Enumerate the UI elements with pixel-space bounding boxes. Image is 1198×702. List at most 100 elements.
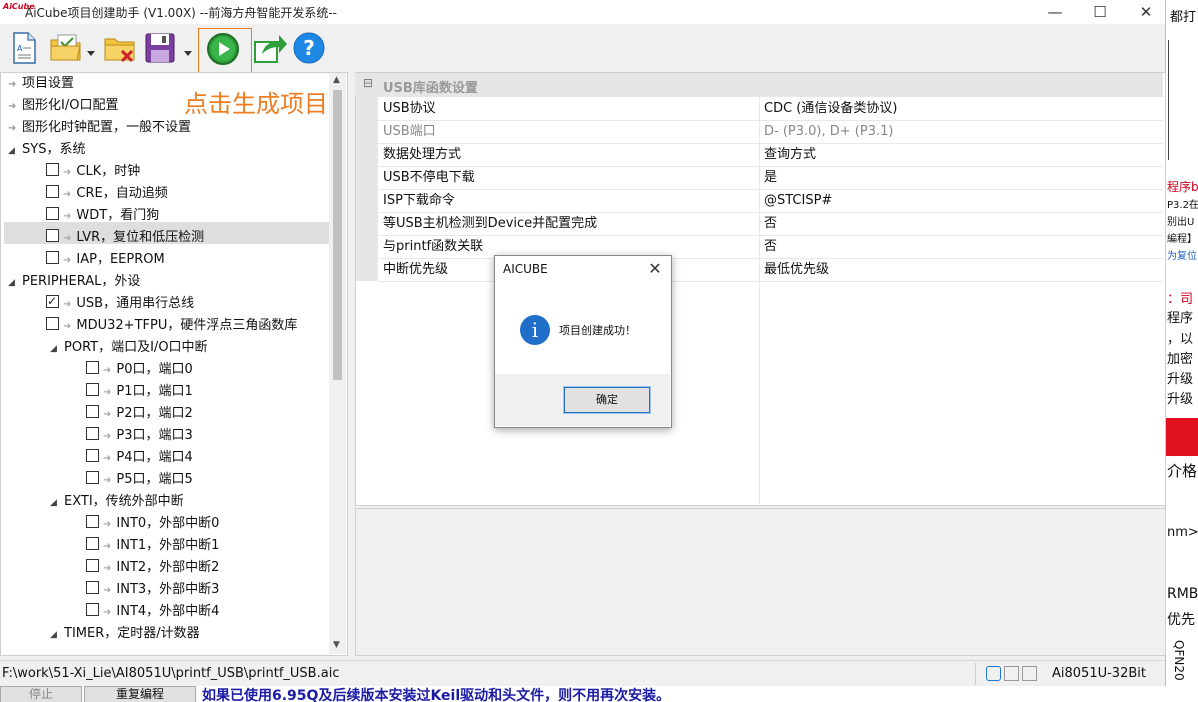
scroll-up-icon[interactable]: ▲ bbox=[333, 75, 340, 85]
run-icon[interactable] bbox=[205, 31, 241, 67]
grid-margin bbox=[356, 97, 378, 281]
checkbox[interactable] bbox=[46, 207, 59, 220]
checkbox[interactable] bbox=[46, 251, 59, 264]
grid-key: 等USB主机检测到Device并配置完成 bbox=[383, 216, 598, 231]
checkbox[interactable] bbox=[86, 427, 99, 440]
tree-item-usb[interactable]: ➜ USB，通用串行总线 bbox=[46, 290, 194, 315]
arrow-right-icon: ➜ bbox=[63, 167, 72, 178]
run-hint-annotation: 点击生成项目 bbox=[184, 90, 328, 118]
checkbox[interactable] bbox=[86, 361, 99, 374]
grid-value[interactable]: 是 bbox=[764, 166, 777, 189]
checkbox[interactable] bbox=[46, 185, 59, 198]
checkbox[interactable] bbox=[86, 449, 99, 462]
export-icon[interactable] bbox=[252, 30, 288, 66]
grid-key: 中断优先级 bbox=[383, 262, 449, 277]
close-button[interactable]: ✕ bbox=[1131, 2, 1161, 22]
layout-icon[interactable] bbox=[986, 666, 1001, 681]
tree-item-int4[interactable]: ➜ INT4，外部中断4 bbox=[86, 601, 219, 623]
tree-item-p2[interactable]: ➜ P2口，端口2 bbox=[86, 403, 193, 425]
new-file-icon[interactable]: A bbox=[6, 30, 42, 66]
tree-item-p0[interactable]: ➜ P0口，端口0 bbox=[86, 359, 193, 381]
grid-value[interactable]: @STCISP# bbox=[764, 189, 832, 212]
grid-row[interactable]: USB不停电下载 是 bbox=[378, 166, 1163, 190]
tree-item-wdt[interactable]: ➜ WDT，看门狗 bbox=[46, 205, 159, 227]
checkbox[interactable] bbox=[86, 559, 99, 572]
tree-item-cre[interactable]: ➜ CRE，自动追频 bbox=[46, 183, 168, 205]
tree-item-clk[interactable]: ➜ CLK，时钟 bbox=[46, 161, 140, 183]
grid-value[interactable]: 否 bbox=[764, 212, 777, 235]
tree-item-int0[interactable]: ➜ INT0，外部中断0 bbox=[86, 513, 219, 535]
tree-item-lvr[interactable]: ➜ LVR，复位和低压检测 bbox=[46, 227, 204, 249]
bg-text: nm> bbox=[1167, 525, 1198, 540]
tree-item-exti[interactable]: ◢ EXTI，传统外部中断 bbox=[50, 491, 184, 513]
grid-section-title: USB库函数设置 bbox=[383, 81, 478, 96]
tree-item-label: PORT，端口及I/O口中断 bbox=[64, 340, 208, 355]
svg-text:?: ? bbox=[303, 36, 315, 60]
expand-icon[interactable]: ◢ bbox=[8, 140, 22, 162]
checkbox-checked[interactable] bbox=[46, 290, 59, 312]
tree-item-label: INT3，外部中断3 bbox=[116, 582, 220, 597]
tree-item-sys[interactable]: ◢ SYS，系统 bbox=[8, 139, 85, 161]
arrow-right-icon: ➜ bbox=[103, 607, 112, 618]
tree-item-p5[interactable]: ➜ P5口，端口5 bbox=[86, 469, 193, 491]
save-dropdown-icon[interactable] bbox=[184, 46, 192, 56]
tree-item-io-config[interactable]: ➜ 图形化I/O口配置 bbox=[8, 95, 118, 117]
grid-row[interactable]: USB协议 CDC (通信设备类协议) bbox=[378, 97, 1163, 121]
checkbox[interactable] bbox=[86, 537, 99, 550]
minimize-button[interactable]: — bbox=[1040, 2, 1070, 22]
checkbox[interactable] bbox=[46, 229, 59, 242]
close-project-icon[interactable] bbox=[102, 30, 138, 66]
checkbox[interactable] bbox=[86, 383, 99, 396]
save-icon[interactable] bbox=[142, 30, 178, 66]
tree-item-int1[interactable]: ➜ INT1，外部中断1 bbox=[86, 535, 219, 557]
grid-row[interactable]: ISP下载命令 @STCISP# bbox=[378, 189, 1163, 213]
open-dropdown-icon[interactable] bbox=[87, 46, 95, 56]
checkbox[interactable] bbox=[86, 515, 99, 528]
expand-icon[interactable]: ◢ bbox=[50, 338, 64, 360]
tree-item-peripheral[interactable]: ◢ PERIPHERAL，外设 bbox=[8, 271, 140, 293]
tree-item-p4[interactable]: ➜ P4口，端口4 bbox=[86, 447, 193, 469]
tree-item-port[interactable]: ◢ PORT，端口及I/O口中断 bbox=[50, 337, 208, 359]
checkbox[interactable] bbox=[46, 317, 59, 330]
layout-icon[interactable] bbox=[1022, 666, 1037, 681]
tree-item-mdu32[interactable]: ➜ MDU32+TFPU，硬件浮点三角函数库 bbox=[46, 315, 297, 337]
checkbox[interactable] bbox=[46, 163, 59, 176]
layout-icon[interactable] bbox=[1004, 666, 1019, 681]
tree-item-label: 图形化时钟配置，一般不设置 bbox=[22, 120, 192, 135]
grid-row[interactable]: 等USB主机检测到Device并配置完成 否 bbox=[378, 212, 1163, 236]
bg-text: RMB bbox=[1167, 586, 1198, 602]
status-chip-model: Ai8051U-32Bit bbox=[1052, 666, 1146, 681]
checkbox[interactable] bbox=[86, 405, 99, 418]
tree-item-iap[interactable]: ➜ IAP，EEPROM bbox=[46, 249, 165, 271]
dialog-close-icon[interactable]: ✕ bbox=[645, 259, 665, 279]
status-project-path: F:\work\51-Xi_Lie\AI8051U\printf_USB\pri… bbox=[2, 666, 340, 681]
arrow-right-icon: ➜ bbox=[103, 453, 112, 464]
open-project-icon[interactable] bbox=[48, 30, 84, 66]
tree-item-int2[interactable]: ➜ INT2，外部中断2 bbox=[86, 557, 219, 579]
ok-button[interactable]: 确定 bbox=[563, 386, 651, 414]
grid-value[interactable]: 否 bbox=[764, 235, 777, 258]
collapse-icon[interactable]: ⊟ bbox=[363, 76, 373, 90]
tree-item-project-settings[interactable]: ➜ 项目设置 bbox=[8, 73, 74, 95]
grid-value[interactable]: 最低优先级 bbox=[764, 258, 829, 281]
checkbox[interactable] bbox=[86, 603, 99, 616]
expand-icon[interactable]: ◢ bbox=[8, 272, 22, 294]
checkbox[interactable] bbox=[86, 581, 99, 594]
tree-item-timer[interactable]: ◢ TIMER，定时器/计数器 bbox=[50, 623, 200, 645]
checkbox[interactable] bbox=[86, 471, 99, 484]
tree-item-label: WDT，看门狗 bbox=[76, 208, 160, 223]
help-icon[interactable]: ? bbox=[291, 30, 327, 66]
expand-icon[interactable]: ◢ bbox=[50, 492, 64, 514]
grid-section-header[interactable]: ⊟ USB库函数设置 bbox=[355, 73, 1163, 97]
tree-item-int3[interactable]: ➜ INT3，外部中断3 bbox=[86, 579, 219, 601]
expand-icon[interactable]: ◢ bbox=[50, 624, 64, 646]
grid-value[interactable]: 查询方式 bbox=[764, 143, 816, 166]
tree-scrollbar-thumb[interactable] bbox=[333, 90, 342, 380]
scroll-down-icon[interactable]: ▼ bbox=[333, 640, 340, 650]
tree-item-clock-config[interactable]: ➜ 图形化时钟配置，一般不设置 bbox=[8, 117, 191, 139]
tree-item-p3[interactable]: ➜ P3口，端口3 bbox=[86, 425, 193, 447]
grid-row[interactable]: 数据处理方式 查询方式 bbox=[378, 143, 1163, 167]
grid-value[interactable]: CDC (通信设备类协议) bbox=[764, 97, 897, 120]
tree-item-p1[interactable]: ➜ P1口，端口1 bbox=[86, 381, 193, 403]
maximize-button[interactable]: ☐ bbox=[1085, 2, 1115, 22]
